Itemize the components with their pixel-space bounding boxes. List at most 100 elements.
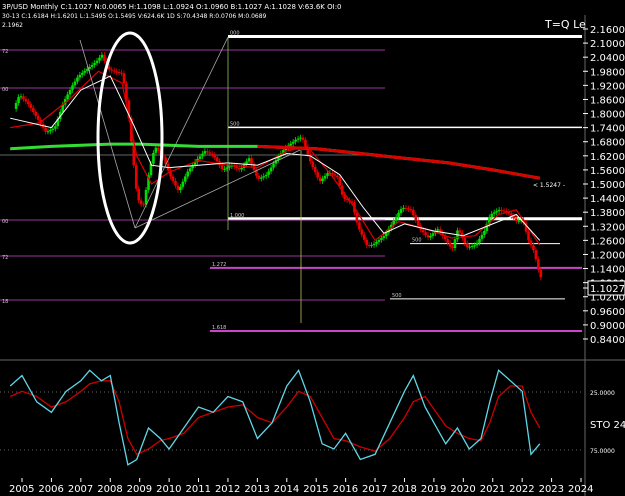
up-candle-body xyxy=(100,54,104,58)
left-fib-label: 00 xyxy=(2,87,8,93)
down-candle-body xyxy=(31,108,35,112)
down-candle-body xyxy=(527,231,530,241)
up-candle-body xyxy=(223,168,226,170)
fib-level-label: 1.272 xyxy=(212,262,226,268)
time-tick-label: 2007 xyxy=(68,484,93,495)
up-candle-body xyxy=(468,246,471,248)
down-candle-body xyxy=(412,209,415,216)
time-tick-label: 2016 xyxy=(333,484,358,495)
down-candle-body xyxy=(510,213,513,216)
up-candle-body xyxy=(497,209,501,212)
up-candle-body xyxy=(431,233,435,236)
up-candle-body xyxy=(375,241,378,244)
price-tick-label: 1.5000 xyxy=(590,180,625,191)
up-candle-body xyxy=(483,230,486,235)
time-tick-label: 2011 xyxy=(186,484,211,495)
down-candle-body xyxy=(110,69,114,71)
down-candle-body xyxy=(213,155,217,158)
up-candle-body xyxy=(299,137,302,139)
price-tick-label: 1.2000 xyxy=(590,250,625,261)
down-candle-body xyxy=(502,210,506,212)
time-tick-label: 2022 xyxy=(509,484,534,495)
time-tick-label: 2018 xyxy=(391,484,416,495)
up-candle-body xyxy=(478,238,481,243)
down-candle-body xyxy=(358,222,361,230)
cursor-price-value: 1.1027 xyxy=(590,284,625,295)
down-candle-body xyxy=(500,209,503,211)
up-candle-body xyxy=(269,167,273,172)
up-candle-body xyxy=(326,173,329,176)
up-candle-body xyxy=(240,167,243,170)
left-fib-label: 72 xyxy=(2,49,8,55)
down-candle-body xyxy=(157,147,160,151)
price-axis-labels: 2.1600 2.1000 2.0400 1.9800 1.9200 1.8600 1.80… xyxy=(583,25,625,346)
down-candle-body xyxy=(250,158,253,165)
down-candle-body xyxy=(313,167,317,173)
time-tick-label: 2006 xyxy=(38,484,63,495)
down-candle-body xyxy=(409,209,413,211)
up-candle-body xyxy=(76,77,79,82)
time-tick-label: 2015 xyxy=(303,484,328,495)
up-candle-body xyxy=(186,171,190,177)
up-candle-body xyxy=(480,234,484,239)
down-candle-body xyxy=(414,215,418,221)
up-candle-body xyxy=(85,68,89,71)
up-candle-body xyxy=(19,96,23,98)
down-candle-body xyxy=(176,185,180,191)
down-candle-body xyxy=(112,70,116,72)
down-candle-body xyxy=(426,234,430,238)
down-candle-body xyxy=(316,172,319,178)
down-candle-body xyxy=(424,232,427,235)
down-candle-body xyxy=(237,168,241,170)
down-candle-body xyxy=(24,98,28,102)
price-tick-label: 0.8400 xyxy=(590,335,625,346)
corner-note: T=Q Le xyxy=(544,18,586,31)
down-candle-body xyxy=(311,161,315,168)
up-candle-body xyxy=(71,85,74,90)
down-candle-body xyxy=(448,242,452,247)
up-candle-body xyxy=(370,245,373,247)
down-candle-body xyxy=(451,246,454,248)
down-candle-body xyxy=(210,153,214,156)
up-candle-body xyxy=(490,213,494,218)
down-candle-body xyxy=(537,259,540,270)
up-candle-body xyxy=(323,175,327,179)
down-candle-body xyxy=(365,239,369,246)
up-candle-body xyxy=(399,209,403,213)
fib-level-label: 1.618 xyxy=(212,325,226,331)
down-candle-body xyxy=(360,229,364,235)
down-candle-body xyxy=(257,175,261,179)
down-candle-body xyxy=(137,188,141,201)
up-candle-body xyxy=(17,97,20,103)
down-candle-body xyxy=(465,243,469,248)
down-candle-body xyxy=(206,151,209,153)
header-line-1: 3P/USD Monthly C:1.1027 N:0.0065 H:1.109… xyxy=(2,3,342,11)
ma-value-label: < 1.5247 - xyxy=(533,182,565,189)
price-tick-label: 2.1600 xyxy=(590,25,625,36)
up-candle-body xyxy=(473,245,476,247)
up-candle-body xyxy=(83,70,87,73)
down-candle-body xyxy=(333,174,337,176)
fib-level-label: 1.000 xyxy=(230,213,244,219)
up-candle-body xyxy=(291,141,295,144)
up-candle-body xyxy=(179,186,182,191)
price-tick-label: 1.8600 xyxy=(590,95,625,106)
up-candle-body xyxy=(394,216,398,221)
price-tick-label: 1.6200 xyxy=(590,152,625,163)
down-candle-body xyxy=(107,66,111,70)
up-candle-body xyxy=(294,139,297,142)
up-candle-body xyxy=(264,174,268,177)
down-candle-body xyxy=(539,269,543,278)
up-candle-body xyxy=(95,60,99,64)
time-tick-label: 2010 xyxy=(156,484,181,495)
down-candle-body xyxy=(446,239,449,243)
left-fib-label: 00 xyxy=(2,219,8,225)
price-tick-label: 1.1400 xyxy=(590,265,625,276)
up-candle-body xyxy=(90,65,94,67)
left-fib-label: 18 xyxy=(2,299,8,305)
up-candle-body xyxy=(470,245,474,247)
down-candle-body xyxy=(331,173,334,175)
time-tick-label: 2019 xyxy=(421,484,446,495)
up-candle-body xyxy=(78,74,82,78)
up-candle-body xyxy=(429,235,432,238)
